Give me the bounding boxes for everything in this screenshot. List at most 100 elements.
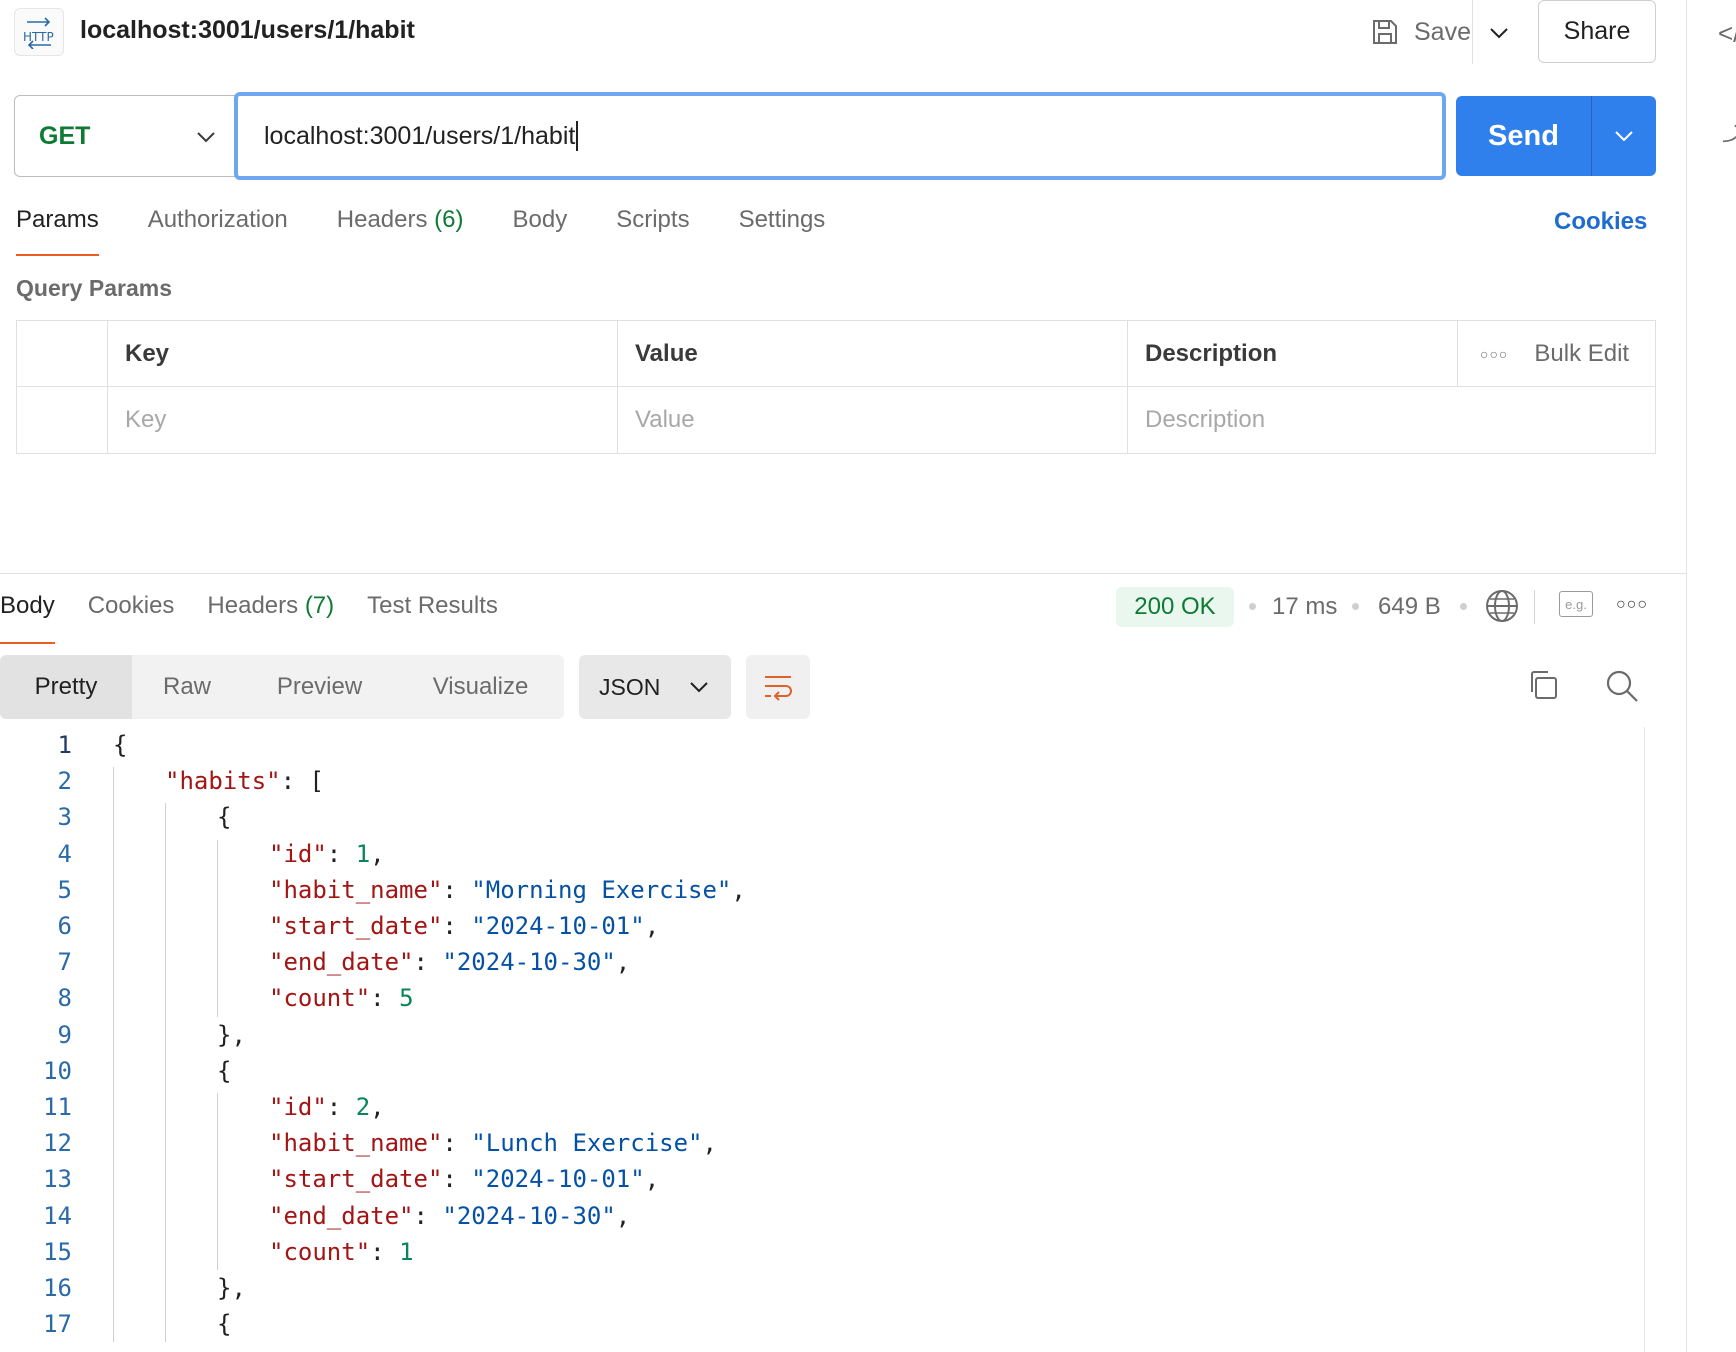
- code-token: 2: [355, 1093, 371, 1121]
- code-line: 4 "id": 1,: [0, 836, 1640, 872]
- more-options-icon[interactable]: ○○○: [1480, 346, 1508, 362]
- code-line: 13 "start_date": "2024-10-01",: [0, 1161, 1640, 1197]
- code-snippet-icon[interactable]: </: [1718, 18, 1736, 49]
- request-tabs: Params Authorization Headers (6) Body Sc…: [16, 206, 874, 256]
- line-number: 10: [43, 1056, 72, 1085]
- value-column-header: Value: [617, 321, 1127, 387]
- code-line: 11 "id": 2,: [0, 1089, 1640, 1125]
- http-method-select[interactable]: GET: [14, 95, 236, 177]
- response-time[interactable]: 17 ms: [1272, 593, 1337, 621]
- code-token: :: [442, 912, 472, 940]
- code-token: "2024-10-01": [471, 1165, 645, 1194]
- format-select-value: JSON: [599, 673, 661, 700]
- code-token: ,: [615, 948, 631, 977]
- response-tab-test-results[interactable]: Test Results: [367, 592, 498, 644]
- code-token: ,: [702, 1129, 717, 1158]
- response-body-viewer[interactable]: 1{2 "habits": [3{4 "id": 1, 5 "habit_name": …: [0, 727, 1686, 1352]
- response-more-options-icon[interactable]: ○○○: [1616, 596, 1648, 614]
- code-token: :: [413, 1201, 443, 1230]
- copy-icon[interactable]: [1526, 668, 1564, 706]
- code-text: "count": 5: [269, 984, 414, 1012]
- code-token: ,: [731, 875, 746, 904]
- url-input[interactable]: localhost:3001/users/1/habit: [234, 92, 1446, 180]
- code-token: ,: [615, 1201, 631, 1230]
- meta-divider: [1534, 590, 1535, 624]
- status-badge[interactable]: 200 OK: [1116, 587, 1234, 627]
- view-preview[interactable]: Preview: [242, 655, 397, 719]
- line-number: 2: [57, 767, 72, 796]
- related-collections-icon[interactable]: ⤴: [1722, 112, 1736, 147]
- code-line: 12 "habit_name": "Lunch Exercise",: [0, 1125, 1640, 1161]
- code-token: ,: [644, 1165, 660, 1194]
- example-icon-label: e.g.: [1565, 596, 1587, 612]
- globe-icon[interactable]: [1485, 589, 1519, 628]
- line-number: 9: [57, 1020, 72, 1049]
- code-line: 16},: [0, 1270, 1640, 1306]
- code-token: "count": [269, 984, 371, 1013]
- share-button[interactable]: Share: [1538, 0, 1656, 63]
- save-divider: [1472, 0, 1473, 64]
- code-text: {: [217, 1057, 231, 1085]
- tab-authorization[interactable]: Authorization: [148, 206, 288, 256]
- format-select[interactable]: JSON: [579, 655, 731, 719]
- view-raw[interactable]: Raw: [132, 655, 242, 719]
- line-number: 4: [57, 839, 72, 868]
- code-token: :: [326, 839, 356, 868]
- chevron-down-icon: [1615, 131, 1633, 142]
- code-text: "habit_name": "Lunch Exercise",: [269, 1129, 717, 1157]
- code-token: :: [442, 1165, 472, 1194]
- response-tab-headers[interactable]: Headers (7): [207, 592, 334, 644]
- response-tab-cookies[interactable]: Cookies: [88, 592, 175, 644]
- tab-body[interactable]: Body: [513, 206, 568, 256]
- key-input[interactable]: Key: [107, 387, 617, 453]
- code-token: "count": [269, 1237, 371, 1266]
- code-token: "2024-10-30": [442, 1201, 616, 1230]
- code-token: :: [442, 1129, 472, 1158]
- save-as-example-icon[interactable]: e.g.: [1559, 591, 1593, 617]
- code-token: "start_date": [269, 912, 443, 940]
- response-tab-body[interactable]: Body: [0, 592, 55, 644]
- right-sidebar-border: [1686, 0, 1687, 1352]
- code-text: "end_date": "2024-10-30",: [269, 1202, 630, 1230]
- code-text: {: [217, 803, 231, 831]
- response-divider[interactable]: [0, 573, 1686, 574]
- bulk-edit-button[interactable]: Bulk Edit: [1534, 340, 1629, 368]
- view-visualize[interactable]: Visualize: [397, 655, 564, 719]
- wrap-lines-button[interactable]: [746, 655, 810, 719]
- request-title[interactable]: localhost:3001/users/1/habit: [80, 16, 415, 45]
- line-number: 17: [43, 1310, 72, 1339]
- code-token: :: [370, 984, 400, 1013]
- chevron-down-icon: [690, 682, 708, 693]
- tab-settings[interactable]: Settings: [739, 206, 826, 256]
- tab-headers[interactable]: Headers (6): [337, 206, 464, 256]
- search-icon[interactable]: [1604, 668, 1642, 706]
- url-input-value: localhost:3001/users/1/habit: [264, 121, 576, 150]
- code-token: "2024-10-01": [471, 912, 645, 940]
- code-text: "id": 2,: [269, 1093, 385, 1121]
- code-line: 9},: [0, 1017, 1640, 1053]
- value-input[interactable]: Value: [617, 387, 1127, 453]
- line-number: 16: [43, 1274, 72, 1302]
- cookies-link[interactable]: Cookies: [1554, 208, 1647, 236]
- separator-dot: [1249, 603, 1256, 610]
- code-text: "end_date": "2024-10-30",: [269, 948, 630, 976]
- code-line: 14 "end_date": "2024-10-30",: [0, 1198, 1640, 1234]
- code-token: "Morning Exercise": [471, 875, 732, 904]
- table-header-row: Key Value Description ○○○ Bulk Edit: [17, 321, 1655, 387]
- response-size[interactable]: 649 B: [1378, 593, 1441, 621]
- description-input[interactable]: Description: [1127, 387, 1655, 453]
- send-options-button[interactable]: [1592, 96, 1656, 176]
- view-pretty[interactable]: Pretty: [0, 655, 132, 719]
- line-number: 14: [43, 1201, 72, 1230]
- code-line: 10 {: [0, 1053, 1640, 1089]
- response-tab-headers-label: Headers: [207, 592, 299, 619]
- code-token: : [: [280, 767, 324, 796]
- send-button[interactable]: Send: [1456, 96, 1592, 176]
- code-scrollbar-track[interactable]: [1644, 727, 1645, 1352]
- code-token: "Lunch Exercise": [471, 1129, 703, 1158]
- tab-scripts[interactable]: Scripts: [616, 206, 689, 256]
- checkbox-column-header: [17, 321, 107, 387]
- save-options-button[interactable]: [1482, 16, 1516, 50]
- tab-params[interactable]: Params: [16, 206, 99, 256]
- save-button[interactable]: Save: [1358, 10, 1483, 54]
